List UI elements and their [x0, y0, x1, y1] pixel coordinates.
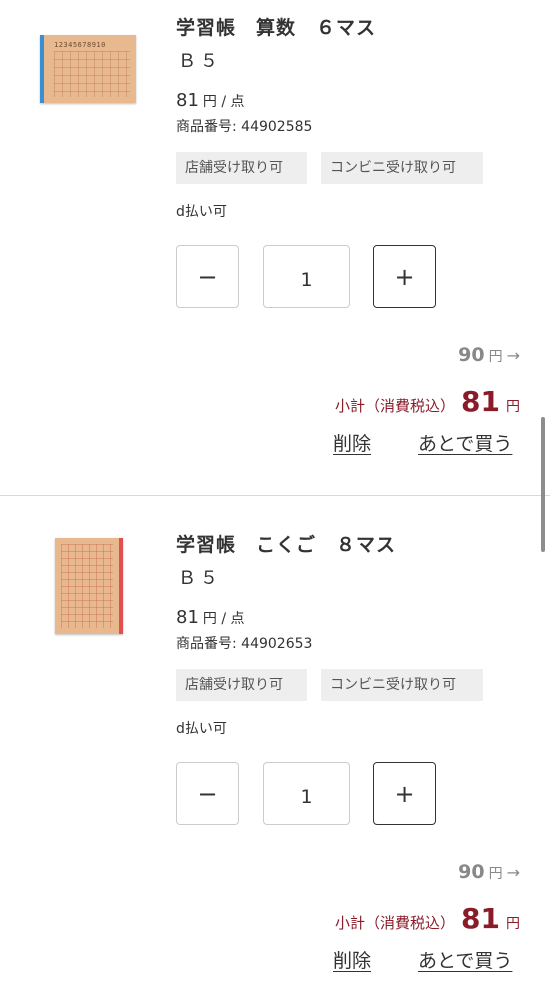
quantity-increase-button[interactable]: + — [373, 762, 436, 825]
save-for-later-link[interactable]: あとで買う — [418, 946, 512, 973]
subtotal-amount: 81 — [461, 385, 500, 418]
original-price-value: 90 — [458, 344, 485, 366]
unit-price-value: 81 — [176, 607, 199, 628]
scrollbar[interactable] — [541, 417, 545, 552]
delete-link[interactable]: 削除 — [333, 946, 371, 973]
quantity-decrease-button[interactable]: − — [176, 762, 239, 825]
subtotal-label: 小計（消費税込） — [335, 914, 456, 932]
product-code: 商品番号: 44902653 — [176, 636, 313, 652]
unit-price-value: 81 — [176, 90, 199, 111]
arrow-right-icon: → — [506, 863, 520, 882]
product-thumbnail[interactable]: 12345678910 — [40, 35, 136, 103]
cart-item: 12345678910 学習帳 算数 ６マス Ｂ５ 81 円 / 点 商品番号: … — [0, 0, 550, 482]
store-pickup-badge: 店舗受け取り可 — [176, 669, 307, 701]
product-name[interactable]: 学習帳 算数 ６マス — [176, 13, 376, 40]
product-thumbnail[interactable] — [55, 538, 123, 634]
quantity-field[interactable]: 1 — [263, 245, 350, 308]
cart-item: 学習帳 こくご ８マス Ｂ５ 81 円 / 点 商品番号: 44902653 店舗… — [0, 509, 550, 999]
subtotal-unit: 円 — [506, 399, 520, 415]
payment-note: d払い可 — [176, 204, 227, 220]
subtotal-amount: 81 — [461, 902, 500, 935]
delete-link[interactable]: 削除 — [333, 429, 371, 456]
arrow-right-icon: → — [506, 346, 520, 365]
unit-price: 81 円 / 点 — [176, 90, 245, 111]
item-divider — [0, 495, 550, 496]
subtotal: 小計（消費税込） 81 円 — [335, 385, 520, 418]
payment-note: d払い可 — [176, 721, 227, 737]
quantity-increase-button[interactable]: + — [373, 245, 436, 308]
store-pickup-badge: 店舗受け取り可 — [176, 152, 307, 184]
product-size: Ｂ５ — [178, 51, 222, 72]
quantity-field[interactable]: 1 — [263, 762, 350, 825]
thumbnail-digits: 12345678910 — [54, 41, 106, 49]
unit-price-unit: 円 / 点 — [202, 611, 245, 627]
product-code: 商品番号: 44902585 — [176, 119, 313, 135]
original-price-unit: 円 — [488, 866, 503, 882]
subtotal-label: 小計（消費税込） — [335, 397, 456, 415]
unit-price: 81 円 / 点 — [176, 607, 245, 628]
product-size: Ｂ５ — [178, 568, 222, 589]
convenience-pickup-badge: コンビニ受け取り可 — [321, 152, 483, 184]
original-price-value: 90 — [458, 861, 485, 883]
original-price: 90 円 → — [458, 861, 520, 883]
thumbnail-grid — [61, 544, 113, 628]
save-for-later-link[interactable]: あとで買う — [418, 429, 512, 456]
unit-price-unit: 円 / 点 — [202, 94, 245, 110]
subtotal: 小計（消費税込） 81 円 — [335, 902, 520, 935]
subtotal-unit: 円 — [506, 916, 520, 932]
convenience-pickup-badge: コンビニ受け取り可 — [321, 669, 483, 701]
product-name[interactable]: 学習帳 こくご ８マス — [176, 530, 396, 557]
original-price: 90 円 → — [458, 344, 520, 366]
thumbnail-grid — [54, 51, 130, 97]
original-price-unit: 円 — [488, 349, 503, 365]
quantity-decrease-button[interactable]: − — [176, 245, 239, 308]
